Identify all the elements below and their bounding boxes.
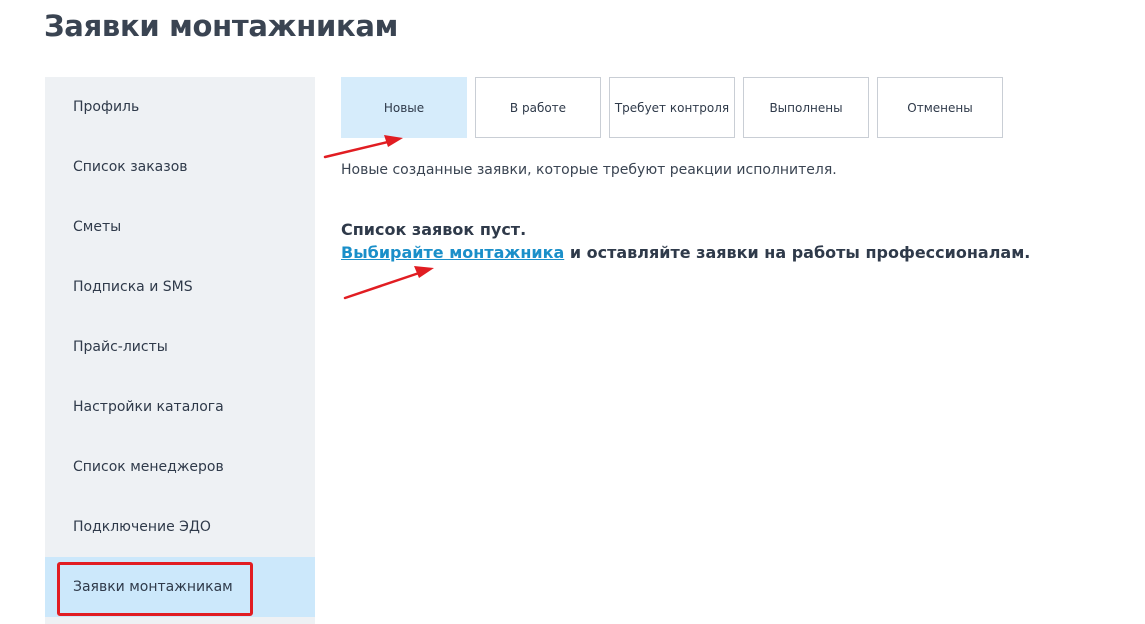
- page-title: Заявки монтажникам: [44, 9, 399, 43]
- empty-state-title: Список заявок пуст.: [341, 220, 527, 239]
- sidebar-item-installer-requests[interactable]: Заявки монтажникам: [45, 557, 315, 617]
- tab-description: Новые созданные заявки, которые требуют …: [341, 162, 837, 178]
- sidebar-item-profile[interactable]: Профиль: [45, 77, 315, 137]
- sidebar-item-subscription-sms[interactable]: Подписка и SMS: [45, 257, 315, 317]
- tab-in-progress[interactable]: В работе: [475, 77, 601, 138]
- choose-installer-link[interactable]: Выбирайте монтажника: [341, 243, 564, 262]
- annotation-arrow-link: [343, 266, 434, 300]
- tab-needs-control[interactable]: Требует контроля: [609, 77, 735, 138]
- sidebar-item-price-lists[interactable]: Прайс-листы: [45, 317, 315, 377]
- tab-completed[interactable]: Выполнены: [743, 77, 869, 138]
- sidebar-item-estimates[interactable]: Сметы: [45, 197, 315, 257]
- sidebar-item-catalog-settings[interactable]: Настройки каталога: [45, 377, 315, 437]
- sidebar-item-managers[interactable]: Список менеджеров: [45, 437, 315, 497]
- sidebar: Профиль Список заказов Сметы Подписка и …: [45, 77, 315, 624]
- sidebar-item-orders[interactable]: Список заказов: [45, 137, 315, 197]
- annotation-arrow-tab: [323, 135, 403, 159]
- empty-state-message: Выбирайте монтажника и оставляйте заявки…: [341, 243, 1030, 262]
- tab-cancelled[interactable]: Отменены: [877, 77, 1003, 138]
- empty-state-rest: и оставляйте заявки на работы профессион…: [564, 243, 1031, 262]
- tab-new[interactable]: Новые: [341, 77, 467, 138]
- sidebar-item-edo[interactable]: Подключение ЭДО: [45, 497, 315, 557]
